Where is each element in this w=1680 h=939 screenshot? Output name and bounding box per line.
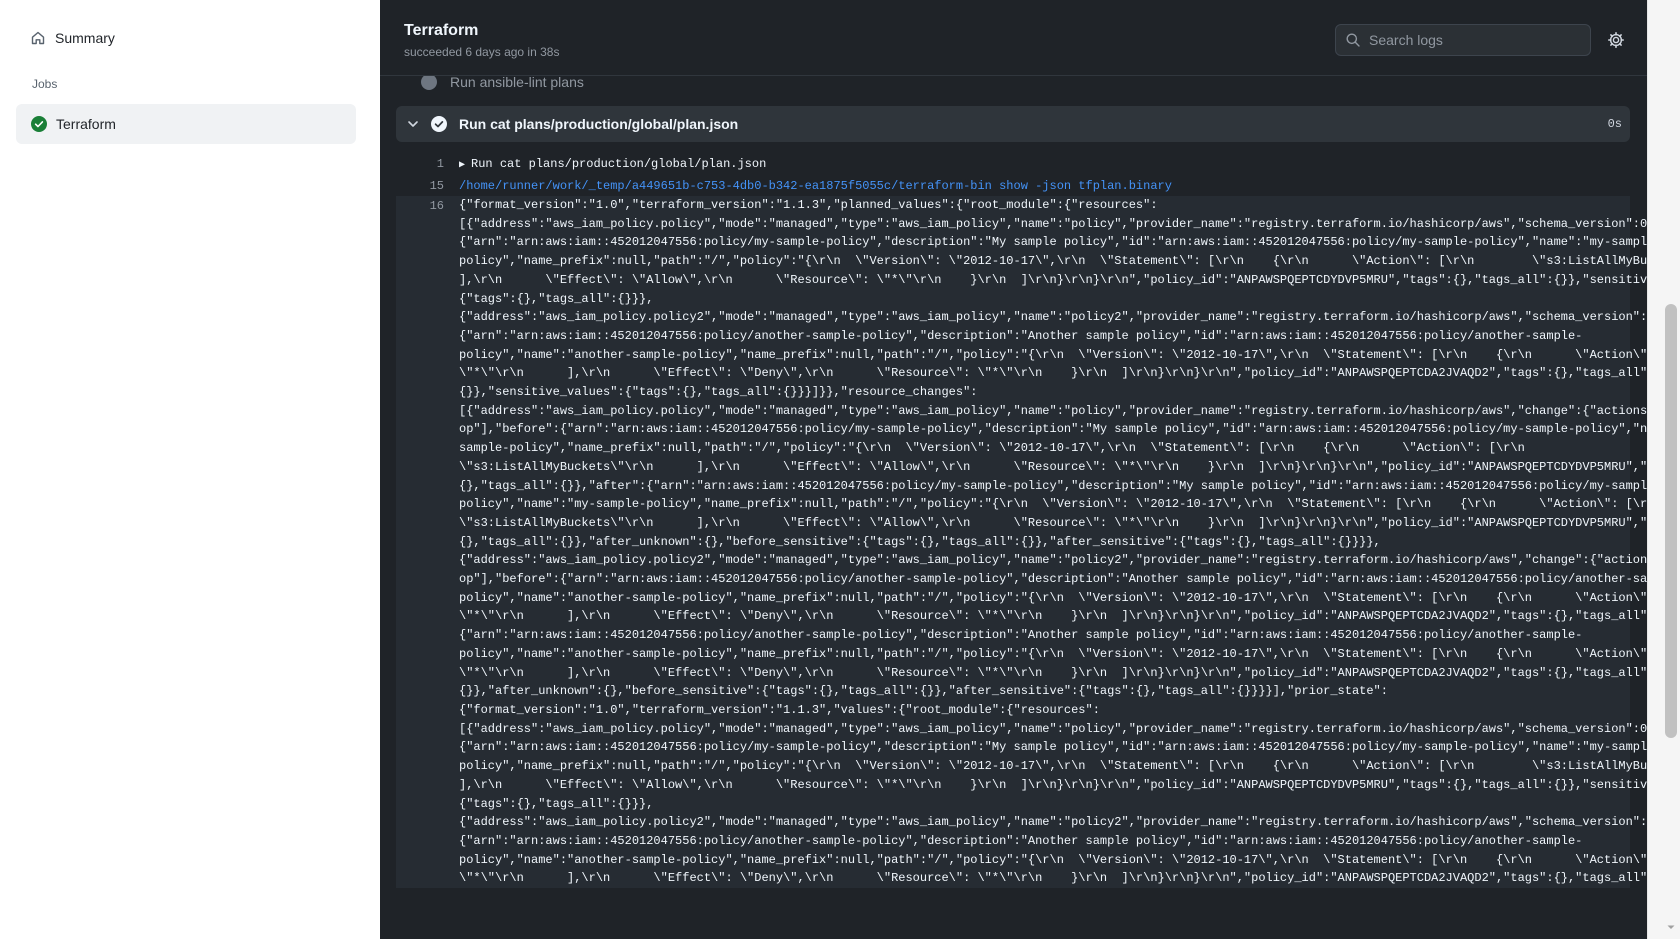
log-wrapped-segment: policy","name":"my-sample-policy","name_… [459, 497, 1647, 512]
scroll-thumb[interactable] [1665, 304, 1677, 738]
log-wrapped-segment: \"*\"\r\n ],\r\n \"Effect\": \"Deny\",\r… [459, 871, 1647, 886]
log-wrapped-segment: {"address":"aws_iam_policy.policy2","mod… [459, 553, 1647, 568]
log-json-output: {"format_version":"1.0","terraform_versi… [444, 196, 1647, 888]
step-label: Run cat plans/production/global/plan.jso… [459, 116, 739, 132]
previous-step-label: Run ansible-lint plans [450, 74, 584, 90]
jobs-heading: Jobs [32, 77, 58, 91]
log-wrapped-segment: policy","name_prefix":null,"path":"/","p… [459, 254, 1647, 269]
log-command-line: /home/runner/work/_temp/a449651b-c753-4d… [459, 179, 1172, 193]
log-wrapped-segment: ],\r\n \"Effect\": \"Allow\",\r\n \"Reso… [459, 777, 1647, 792]
log-line-16: 16 {"format_version":"1.0","terraform_ve… [396, 196, 1647, 889]
log-wrapped-segment: {"format_version":"1.0","terraform_versi… [459, 702, 1100, 717]
log-output: 1 ▶ Run cat plans/production/global/plan.… [396, 154, 1647, 889]
chevron-down-icon[interactable] [405, 116, 421, 132]
scroll-down-arrow-icon[interactable] [1665, 921, 1677, 933]
log-wrapped-segment: policy","name":"another-sample-policy","… [459, 347, 1647, 362]
triangle-right-icon: ▶ [459, 160, 466, 171]
summary-link[interactable]: Summary [16, 22, 356, 54]
search-logs-box[interactable] [1335, 24, 1591, 56]
log-wrapped-segment: policy","name":"another-sample-policy","… [459, 590, 1647, 605]
line-number[interactable]: 16 [396, 196, 444, 888]
step-duration: 0s [1607, 117, 1622, 131]
log-wrapped-segment: {}},"after_unknown":{},"before_sensitive… [459, 684, 1388, 699]
log-panel: Terraform succeeded 6 days ago in 38s Ru… [380, 0, 1647, 939]
log-line-16-row: 16 {"format_version":"1.0","terraform_ve… [396, 196, 1647, 888]
log-wrapped-segment: {"arn":"arn:aws:iam::452012047556:policy… [459, 740, 1647, 755]
log-wrapped-segment: sample-policy","name_prefix":null,"path"… [459, 441, 1525, 456]
log-wrapped-segment: op"],"before":{"arn":"arn:aws:iam::45201… [459, 572, 1647, 587]
step-header-cat-plan[interactable]: Run cat plans/production/global/plan.jso… [396, 106, 1630, 142]
log-wrapped-segment: [{"address":"aws_iam_policy.policy","mod… [459, 403, 1647, 418]
log-wrapped-segment: [{"address":"aws_iam_policy.policy","mod… [459, 216, 1647, 231]
log-wrapped-segment: \"*\"\r\n ],\r\n \"Effect\": \"Deny\",\r… [459, 665, 1647, 680]
log-wrapped-segment: policy","name":"another-sample-policy","… [459, 646, 1647, 661]
gear-icon[interactable] [1607, 31, 1625, 49]
job-status-text: succeeded 6 days ago in 38s [404, 45, 560, 59]
line-number[interactable]: 1 [396, 154, 444, 176]
log-wrapped-segment: [{"address":"aws_iam_policy.policy","mod… [459, 721, 1647, 736]
log-wrapped-segment: ],\r\n \"Effect\": \"Allow\",\r\n \"Reso… [459, 272, 1647, 287]
log-wrapped-segment: \"s3:ListAllMyBuckets\"\r\n ],\r\n \"Eff… [459, 515, 1647, 530]
log-wrapped-segment: {}},"sensitive_values":{"tags":{},"tags_… [459, 385, 978, 400]
home-icon [30, 30, 46, 46]
log-wrapped-segment: {"address":"aws_iam_policy.policy2","mod… [459, 815, 1647, 830]
search-icon [1345, 32, 1361, 48]
log-wrapped-segment: {"arn":"arn:aws:iam::452012047556:policy… [459, 328, 1583, 343]
step-status-icon [421, 74, 437, 90]
job-label: Terraform [56, 116, 116, 132]
sidebar-job-terraform[interactable]: Terraform [16, 104, 356, 144]
log-wrapped-segment: {"arn":"arn:aws:iam::452012047556:policy… [459, 235, 1647, 250]
log-wrapped-segment: {"tags":{},"tags_all":{}}}, [459, 796, 654, 811]
log-wrapped-segment: policy","name":"another-sample-policy","… [459, 852, 1647, 867]
log-line-15: 15 /home/runner/work/_temp/a449651b-c753… [396, 176, 1630, 196]
log-wrapped-segment: \"*\"\r\n ],\r\n \"Effect\": \"Deny\",\r… [459, 609, 1647, 624]
line-number[interactable]: 15 [396, 176, 444, 196]
log-group-line[interactable]: ▶ Run cat plans/production/global/plan.js… [444, 154, 1630, 176]
job-title: Terraform [404, 22, 479, 39]
log-wrapped-segment: \"*\"\r\n ],\r\n \"Effect\": \"Deny\",\r… [459, 366, 1647, 381]
page-scrollbar[interactable] [1647, 0, 1680, 939]
check-circle-fill-icon [31, 116, 47, 132]
log-wrapped-segment: {},"tags_all":{}},"after_unknown":{},"be… [459, 534, 1381, 549]
log-wrapped-segment: \"s3:ListAllMyBuckets\"\r\n ],\r\n \"Eff… [459, 459, 1647, 474]
log-wrapped-segment: op"],"before":{"arn":"arn:aws:iam::45201… [459, 422, 1647, 437]
check-circle-icon [431, 116, 447, 132]
log-header: Terraform succeeded 6 days ago in 38s [380, 0, 1647, 76]
log-wrapped-segment: {"tags":{},"tags_all":{}}}, [459, 291, 654, 306]
log-wrapped-segment: policy","name_prefix":null,"path":"/","p… [459, 759, 1647, 774]
log-wrapped-segment: {"arn":"arn:aws:iam::452012047556:policy… [459, 628, 1583, 643]
log-wrapped-segment: {"format_version":"1.0","terraform_versi… [459, 198, 1158, 212]
search-logs-input[interactable] [1369, 32, 1569, 48]
log-text: Run cat plans/production/global/plan.jso… [471, 157, 767, 171]
log-wrapped-segment: {},"tags_all":{}},"after":{"arn":"arn:aw… [459, 478, 1647, 493]
log-wrapped-segment: {"arn":"arn:aws:iam::452012047556:policy… [459, 833, 1583, 848]
previous-step[interactable]: Run ansible-lint plans [406, 74, 584, 90]
log-wrapped-segment: {"address":"aws_iam_policy.policy2","mod… [459, 310, 1647, 325]
summary-label: Summary [55, 30, 115, 46]
job-sidebar: Summary Jobs Terraform [0, 0, 380, 939]
log-line-1[interactable]: 1 ▶ Run cat plans/production/global/plan.… [396, 154, 1630, 176]
